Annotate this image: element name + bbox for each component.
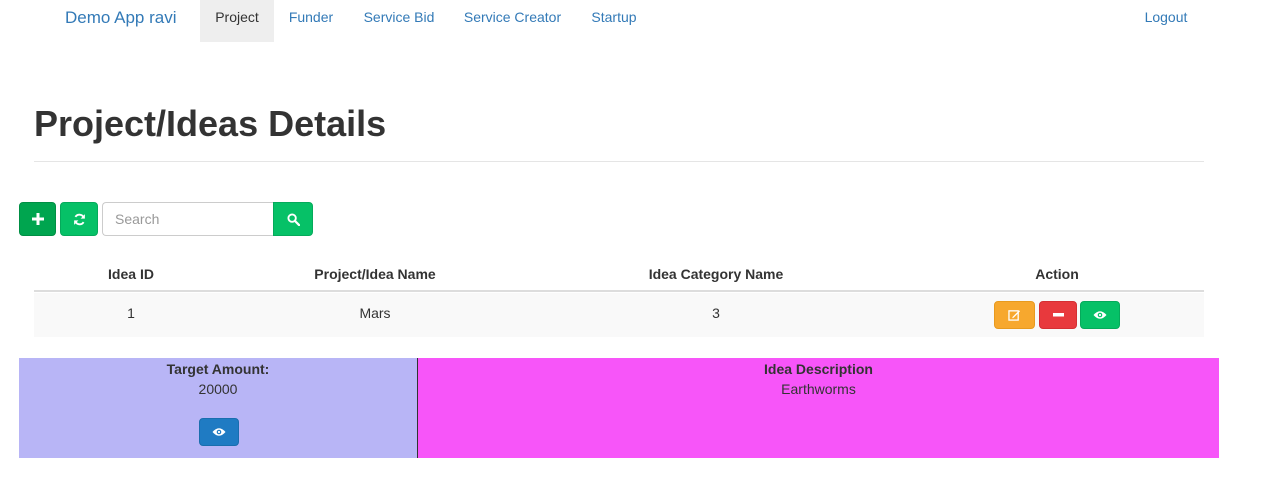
column-header-action: Action [1035, 266, 1079, 282]
plus-icon [31, 213, 44, 225]
view-button[interactable] [1080, 301, 1120, 329]
nav-service-bid[interactable]: Service Bid [349, 0, 449, 42]
nav-funder[interactable]: Funder [275, 0, 347, 42]
eye-icon [1093, 311, 1107, 319]
navbar: Demo App ravi Project Funder Service Bid… [0, 0, 1268, 42]
add-button[interactable] [19, 202, 56, 236]
brand-link[interactable]: Demo App ravi [65, 8, 177, 28]
title-divider [34, 161, 1204, 162]
edit-icon [1008, 310, 1021, 321]
nav-service-creator[interactable]: Service Creator [450, 0, 575, 42]
refresh-icon [73, 213, 85, 225]
target-amount-label: Target Amount: [166, 361, 270, 377]
page-title: Project/Ideas Details [34, 103, 387, 144]
column-header-idea-id: Idea ID [108, 266, 154, 282]
edit-button[interactable] [994, 301, 1035, 329]
search-icon [286, 212, 300, 226]
search-button[interactable] [273, 202, 313, 236]
cell-idea-id: 1 [127, 305, 135, 321]
target-amount-panel: Target Amount: 20000 [19, 358, 418, 458]
search-input[interactable] [102, 202, 274, 236]
idea-description-panel: Idea Description Earthworms [418, 358, 1219, 458]
idea-description-label: Idea Description [764, 361, 873, 377]
column-header-category: Idea Category Name [648, 266, 784, 282]
nav-project[interactable]: Project [200, 0, 274, 42]
table-row: 1 Mars 3 [34, 293, 1204, 337]
minus-icon [1052, 313, 1064, 317]
nav-startup[interactable]: Startup [576, 0, 652, 42]
cell-category: 3 [712, 305, 720, 321]
refresh-button[interactable] [60, 202, 98, 236]
cell-name: Mars [359, 305, 391, 321]
idea-description-value: Earthworms [781, 381, 856, 397]
table-header: Idea ID Project/Idea Name Idea Category … [34, 256, 1204, 292]
column-header-name: Project/Idea Name [314, 266, 436, 282]
view-details-button[interactable] [199, 418, 239, 446]
logout-link[interactable]: Logout [1130, 0, 1202, 42]
target-amount-value: 20000 [198, 381, 238, 397]
delete-button[interactable] [1039, 301, 1077, 329]
eye-icon [212, 428, 226, 436]
